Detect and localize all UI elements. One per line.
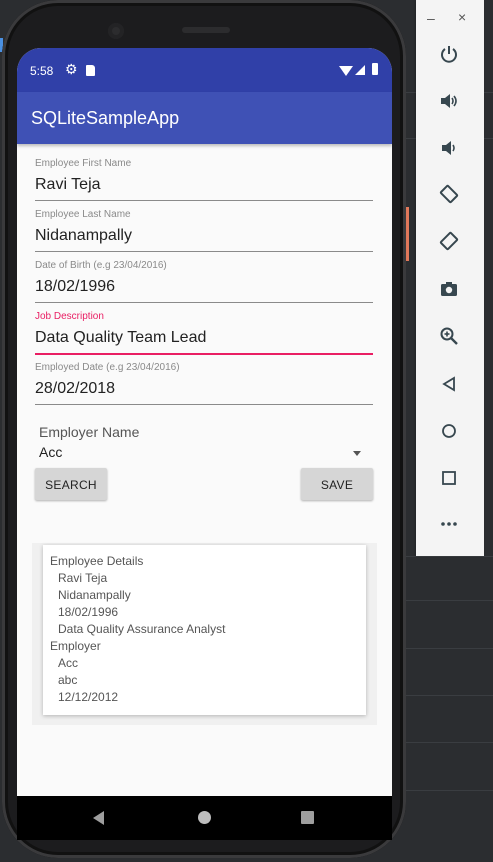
save-button[interactable]: SAVE [301, 468, 373, 500]
employer-spinner-value: Acc [39, 444, 63, 460]
details-line: Ravi Teja [58, 571, 108, 585]
nav-home-icon[interactable] [198, 811, 211, 824]
ide-divider [405, 742, 493, 743]
last-name-underline [35, 251, 373, 252]
ide-divider [405, 556, 493, 557]
details-line: Nidanampally [58, 588, 131, 602]
nav-recents-icon[interactable] [301, 811, 314, 824]
dob-field[interactable]: Date of Birth (e.g 23/04/2016) 18/02/199… [35, 260, 373, 303]
first-name-field[interactable]: Employee First Name Ravi Teja [35, 158, 373, 201]
employed-date-input[interactable]: 28/02/2018 [35, 380, 373, 402]
details-line: abc [58, 673, 78, 687]
first-name-label: Employee First Name [35, 158, 132, 169]
ide-divider [405, 790, 493, 791]
ide-divider [405, 695, 493, 696]
home-icon[interactable] [434, 418, 464, 448]
status-time: 5:58 [30, 64, 54, 78]
last-name-field[interactable]: Employee Last Name Nidanampally [35, 209, 373, 252]
signal-icon [355, 65, 365, 75]
dob-input[interactable]: 18/02/1996 [35, 278, 373, 300]
device-screen: 5:58 ⚙ SQLiteSampleApp Employee First Na… [17, 48, 392, 796]
nav-back-icon[interactable] [93, 811, 104, 825]
last-name-input[interactable]: Nidanampally [35, 227, 373, 249]
first-name-underline [35, 200, 373, 201]
gear-icon: ⚙ [65, 61, 78, 77]
dropdown-arrow-icon [353, 451, 361, 456]
zoom-icon[interactable] [434, 324, 464, 354]
details-line: Acc [58, 656, 79, 670]
volume-down-icon[interactable] [434, 136, 464, 166]
back-icon[interactable] [434, 371, 464, 401]
front-camera [108, 23, 124, 39]
job-description-field[interactable]: Job Description Data Quality Team Lead [35, 311, 373, 355]
ide-divider [405, 648, 493, 649]
rotate-left-icon[interactable] [434, 183, 464, 213]
navigation-bar [17, 796, 392, 840]
job-description-label: Job Description [35, 311, 104, 322]
employed-date-underline [35, 404, 373, 405]
battery-icon [372, 63, 378, 75]
details-subheading: Employer [50, 639, 101, 653]
search-button[interactable]: SEARCH [35, 468, 107, 500]
overview-icon[interactable] [434, 465, 464, 495]
last-name-label: Employee Last Name [35, 209, 131, 220]
details-line: Data Quality Assurance Analyst [58, 622, 226, 636]
ide-marker [406, 207, 409, 261]
employed-date-field[interactable]: Employed Date (e.g 23/04/2016) 28/02/201… [35, 362, 373, 405]
camera-icon[interactable] [434, 277, 464, 307]
details-heading: Employee Details [50, 554, 144, 568]
dob-label: Date of Birth (e.g 23/04/2016) [35, 260, 167, 271]
rotate-right-icon[interactable] [434, 230, 464, 260]
employer-name-label: Employer Name [39, 424, 140, 440]
earpiece-speaker [182, 27, 230, 33]
ide-divider [405, 600, 493, 601]
job-description-underline [35, 353, 373, 355]
sd-card-icon [86, 65, 95, 76]
details-line: 18/02/1996 [58, 605, 119, 619]
volume-up-icon[interactable] [434, 89, 464, 119]
app-bar: SQLiteSampleApp [17, 92, 392, 144]
employed-date-label: Employed Date (e.g 23/04/2016) [35, 362, 180, 373]
dob-underline [35, 302, 373, 303]
employee-details-card: Employee Details Ravi Teja Nidanampally … [43, 545, 366, 715]
first-name-input[interactable]: Ravi Teja [35, 176, 373, 198]
employer-spinner[interactable]: Acc [39, 444, 361, 466]
wifi-icon [339, 66, 353, 76]
status-bar: 5:58 ⚙ [17, 48, 392, 92]
minimize-icon[interactable]: – [427, 10, 435, 26]
more-icon[interactable] [434, 512, 464, 542]
power-icon[interactable] [434, 42, 464, 72]
emulator-toolbar: – × [416, 0, 484, 556]
details-line: 12/12/2012 [58, 690, 119, 704]
app-title: SQLiteSampleApp [31, 108, 180, 128]
close-icon[interactable]: × [458, 9, 466, 25]
job-description-input[interactable]: Data Quality Team Lead [35, 329, 373, 351]
